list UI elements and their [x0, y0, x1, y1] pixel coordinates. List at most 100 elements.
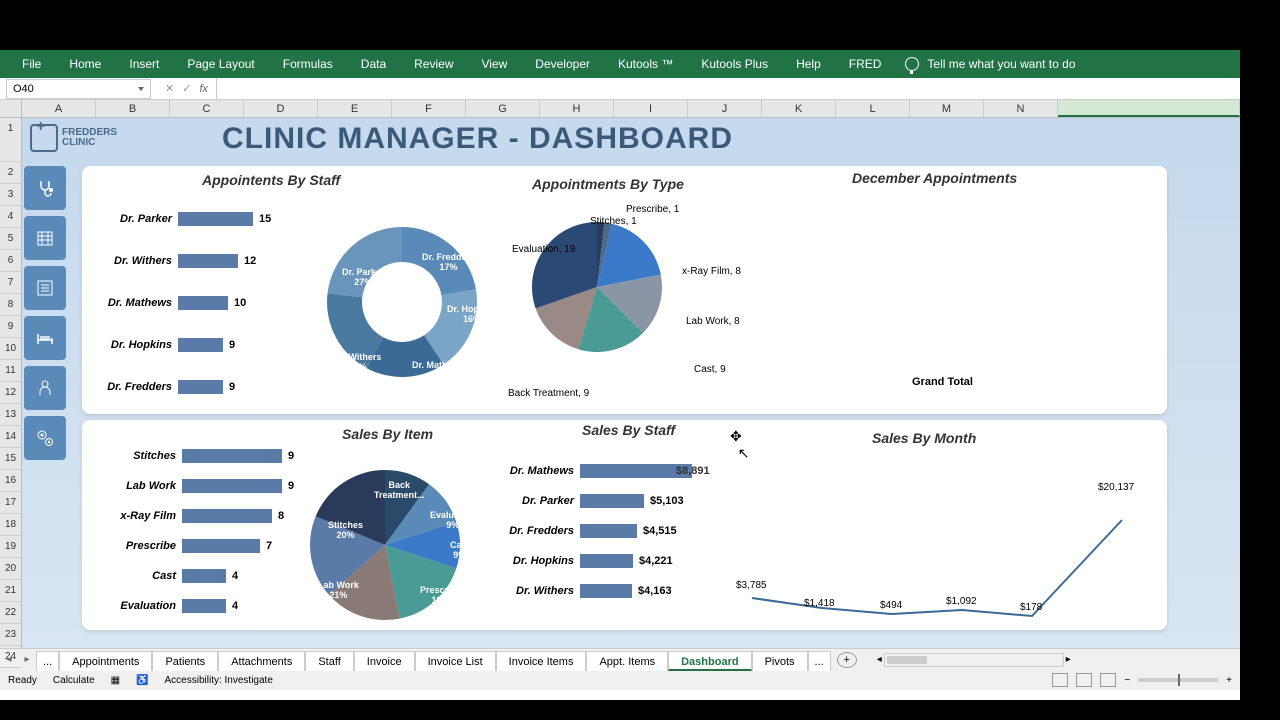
row-14[interactable]: 14 — [0, 426, 21, 448]
nav-stethoscope-icon[interactable] — [24, 166, 66, 210]
sales-staff-bars[interactable]: Dr. Mathews$8,891 Dr. Parker$5,103 Dr. F… — [502, 460, 710, 602]
tab-page-layout[interactable]: Page Layout — [173, 50, 268, 78]
tab-file[interactable]: File — [8, 50, 55, 78]
tab-fred[interactable]: FRED — [835, 50, 896, 78]
row-9[interactable]: 9 — [0, 316, 21, 338]
nav-calendar-icon[interactable] — [24, 216, 66, 260]
row-5[interactable]: 5 — [0, 228, 21, 250]
status-accessibility[interactable]: Accessibility: Investigate — [165, 675, 273, 686]
normal-view-icon[interactable] — [1052, 673, 1068, 687]
name-box[interactable]: O40 — [6, 79, 151, 99]
nav-person-icon[interactable] — [24, 366, 66, 410]
col-sel[interactable] — [1058, 100, 1240, 117]
page-break-view-icon[interactable] — [1100, 673, 1116, 687]
col-H[interactable]: H — [540, 100, 614, 117]
tab-kutools-plus[interactable]: Kutools Plus — [687, 50, 782, 78]
row-4[interactable]: 4 — [0, 206, 21, 228]
col-D[interactable]: D — [244, 100, 318, 117]
fx-icon[interactable]: fx — [199, 83, 208, 95]
tab-help[interactable]: Help — [782, 50, 835, 78]
tab-appointments[interactable]: Appointments — [59, 651, 152, 671]
zoom-in-button[interactable]: + — [1226, 675, 1232, 686]
col-B[interactable]: B — [96, 100, 170, 117]
record-macro-icon[interactable]: ▦ — [111, 675, 120, 686]
row-21[interactable]: 21 — [0, 580, 21, 602]
row-12[interactable]: 12 — [0, 382, 21, 404]
row-23[interactable]: 23 — [0, 624, 21, 646]
appt-staff-bars[interactable]: Dr. Parker15 Dr. Withers12 Dr. Mathews10… — [92, 204, 271, 402]
col-K[interactable]: K — [762, 100, 836, 117]
col-L[interactable]: L — [836, 100, 910, 117]
status-calculate: Calculate — [53, 675, 95, 686]
tab-next-icon[interactable]: ▸ — [18, 654, 36, 665]
nav-bed-icon[interactable] — [24, 316, 66, 360]
nav-gear-icon[interactable] — [24, 416, 66, 460]
row-2[interactable]: 2 — [0, 162, 21, 184]
tab-attachments[interactable]: Attachments — [218, 651, 305, 671]
row-16[interactable]: 16 — [0, 470, 21, 492]
tab-kutools[interactable]: Kutools ™ — [604, 50, 687, 78]
row-18[interactable]: 18 — [0, 514, 21, 536]
col-G[interactable]: G — [466, 100, 540, 117]
col-J[interactable]: J — [688, 100, 762, 117]
sales-item-pie[interactable]: BackTreatment... Evaluation9% Cast9% Pre… — [300, 460, 470, 635]
row-15[interactable]: 15 — [0, 448, 21, 470]
horizontal-scrollbar[interactable]: ◂ ▸ — [877, 653, 1240, 667]
tab-data[interactable]: Data — [347, 50, 400, 78]
accessibility-icon[interactable]: ♿ — [136, 675, 148, 686]
add-sheet-button[interactable]: + — [837, 652, 857, 668]
zoom-out-button[interactable]: − — [1124, 675, 1130, 686]
col-C[interactable]: C — [170, 100, 244, 117]
tab-insert[interactable]: Insert — [115, 50, 173, 78]
col-I[interactable]: I — [614, 100, 688, 117]
row-13[interactable]: 13 — [0, 404, 21, 426]
sales-month-line[interactable]: $3,785 $1,418 $494 $1,092 $178 $20,137 — [732, 450, 1152, 625]
row-22[interactable]: 22 — [0, 602, 21, 624]
formula-input[interactable] — [216, 78, 1240, 99]
panel-top: Appointents By Staff Appointments By Typ… — [82, 166, 1167, 414]
zoom-slider[interactable] — [1138, 678, 1218, 682]
tell-me-search[interactable]: Tell me what you want to do — [925, 50, 1089, 78]
accept-formula-icon[interactable]: ✓ — [182, 82, 191, 95]
tab-invoice-list[interactable]: Invoice List — [415, 651, 496, 671]
row-20[interactable]: 20 — [0, 558, 21, 580]
col-E[interactable]: E — [318, 100, 392, 117]
row-11[interactable]: 11 — [0, 360, 21, 382]
col-F[interactable]: F — [392, 100, 466, 117]
sales-item-bars[interactable]: Stitches9 Lab Work9 x-Ray Film8 Prescrib… — [96, 444, 294, 618]
tab-patients[interactable]: Patients — [152, 651, 218, 671]
tab-invoice-items[interactable]: Invoice Items — [496, 651, 587, 671]
row-7[interactable]: 7 — [0, 272, 21, 294]
row-8[interactable]: 8 — [0, 294, 21, 316]
row-6[interactable]: 6 — [0, 250, 21, 272]
nav-list-icon[interactable] — [24, 266, 66, 310]
appt-type-title: Appointments By Type — [532, 176, 684, 192]
col-N[interactable]: N — [984, 100, 1058, 117]
col-A[interactable]: A — [22, 100, 96, 117]
row-10[interactable]: 10 — [0, 338, 21, 360]
col-M[interactable]: M — [910, 100, 984, 117]
cancel-formula-icon[interactable]: ✕ — [165, 82, 174, 95]
tab-home[interactable]: Home — [55, 50, 115, 78]
tab-view[interactable]: View — [468, 50, 522, 78]
appt-staff-donut[interactable]: Dr. Fredders17% Dr. Hopkins16% Dr. Mathe… — [302, 202, 502, 407]
tab-pivots[interactable]: Pivots — [752, 651, 808, 671]
tab-staff[interactable]: Staff — [305, 651, 353, 671]
tab-dashboard[interactable]: Dashboard — [668, 651, 751, 671]
tab-ellipsis-right[interactable]: ... — [808, 651, 831, 671]
page-layout-view-icon[interactable] — [1076, 673, 1092, 687]
tab-review[interactable]: Review — [400, 50, 467, 78]
tab-prev-icon[interactable]: ◂ — [0, 654, 18, 665]
appt-type-pie[interactable]: Prescribe, 1 Stitches, 1 Evaluation, 19 … — [522, 212, 672, 367]
chevron-down-icon[interactable] — [138, 87, 144, 91]
row-17[interactable]: 17 — [0, 492, 21, 514]
tab-appt-items[interactable]: Appt. Items — [586, 651, 668, 671]
tab-ellipsis-left[interactable]: ... — [36, 651, 59, 671]
row-3[interactable]: 3 — [0, 184, 21, 206]
tab-invoice[interactable]: Invoice — [354, 651, 415, 671]
tab-developer[interactable]: Developer — [521, 50, 604, 78]
row-19[interactable]: 19 — [0, 536, 21, 558]
select-all-corner[interactable] — [0, 100, 22, 117]
tab-formulas[interactable]: Formulas — [269, 50, 347, 78]
row-1[interactable]: 1 — [0, 118, 21, 162]
